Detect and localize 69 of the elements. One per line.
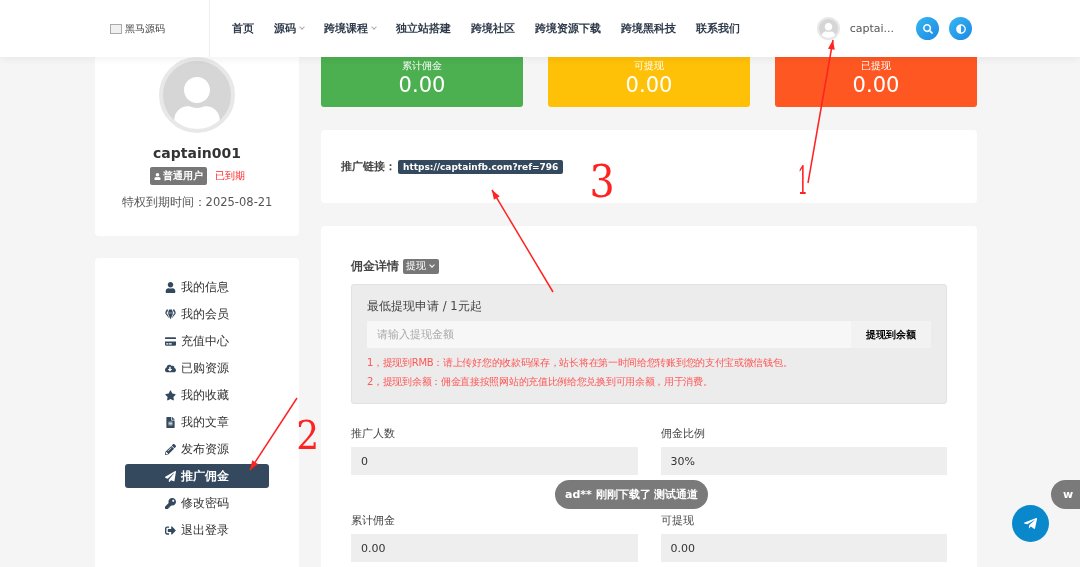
nav-link[interactable]: 跨境资源下载 [535,21,601,36]
sidebar-item[interactable]: 退出登录 [125,518,269,542]
section-title: 佣金详情 [351,259,399,274]
field-label: 可提现 [660,513,694,528]
stat-value: 0.00 [398,73,446,97]
referral-link[interactable]: https://captainfb.com?ref=796 [398,159,564,174]
nav-link[interactable]: 跨境社区 [471,21,515,36]
stat-value: 0.00 [625,73,673,97]
stat-label: 已提现 [861,59,891,73]
referral-label: 推广链接： [341,159,396,174]
nav-link[interactable]: 跨境课程 [324,21,376,36]
readonly-field: 0 [351,447,638,475]
expiry-text: 特权到期时间：2025-08-21 [121,195,273,210]
handwritten-number: 1 [797,160,808,200]
card-icon [165,335,176,347]
download-toast: ad** 刚刚下载了 测试通道 [555,480,709,509]
username: captain001 [153,145,241,161]
logo-text: 黑马源码 [125,21,165,36]
stat-label: 累计佣金 [402,59,442,73]
status-text: 已到期 [214,169,245,183]
search-icon [922,23,933,34]
sidebar-item[interactable]: 推广佣金 [125,464,269,488]
field-label: 佣金比例 [660,426,705,441]
user-icon [165,281,176,293]
nav-link[interactable]: 联系我们 [696,21,740,36]
sidebar-item[interactable]: 我的信息 [125,275,269,299]
sidebar-item[interactable]: 已购资源 [125,356,269,380]
sidebar-item[interactable]: 充值中心 [125,329,269,353]
readonly-field: 30% [660,447,947,475]
sidebar-item[interactable]: 修改密码 [125,491,269,515]
nav-link[interactable]: 源码 [274,21,304,36]
user-name[interactable]: captai... [849,22,894,35]
key-icon [165,497,176,509]
file-icon [165,416,176,428]
logout-icon [165,524,176,536]
field-label: 推广人数 [351,426,395,441]
pencil-icon [165,443,176,455]
readonly-field: 0.00 [351,534,638,562]
handwritten-number: 3 [589,160,615,204]
paper-plane-icon [165,470,176,482]
star-icon [165,389,176,401]
nav-link[interactable]: 独立站搭建 [396,21,451,36]
handwritten-number: 2 [296,415,320,455]
contrast-icon [955,23,966,34]
user-level-badge: 普通用户 [149,167,207,185]
stat-label: 可提现 [634,59,664,73]
theme-toggle-button[interactable] [949,17,972,40]
paper-plane-icon [1023,516,1038,531]
gem-icon [165,308,176,320]
logo-icon [110,23,122,34]
side-pill[interactable]: w [1051,480,1080,509]
stat-value: 0.00 [852,73,900,97]
mode-dropdown[interactable]: 提现 [403,259,439,274]
sidebar-item[interactable]: 发布资源 [125,437,269,461]
field-label: 累计佣金 [351,513,395,528]
telegram-button[interactable] [1012,505,1049,542]
notice-text: 2，提现到余额：佣金直接按照网站的充值比例给您兑换到可用余额，用于消费。 [367,375,714,389]
minimum-note: 最低提现申请 / 1元起 [367,299,483,314]
readonly-field: 0.00 [660,534,947,562]
amount-input[interactable]: 请输入提现金额 [367,321,851,348]
cloud-download-icon [165,362,176,374]
sidebar-item[interactable]: 我的收藏 [125,383,269,407]
sidebar-item[interactable]: 我的会员 [125,302,269,326]
sidebar-item[interactable]: 我的文章 [125,410,269,434]
notice-text: 1，提现到RMB：请上传好您的收款码保存，站长将在第一时间给您转账到您的支付宝或微信钱包。 [367,356,794,370]
nav-link[interactable]: 首页 [232,21,254,36]
search-button[interactable] [916,17,939,40]
withdraw-button[interactable]: 提现到余额 [851,321,931,348]
nav-link[interactable]: 跨境黑科技 [621,21,676,36]
